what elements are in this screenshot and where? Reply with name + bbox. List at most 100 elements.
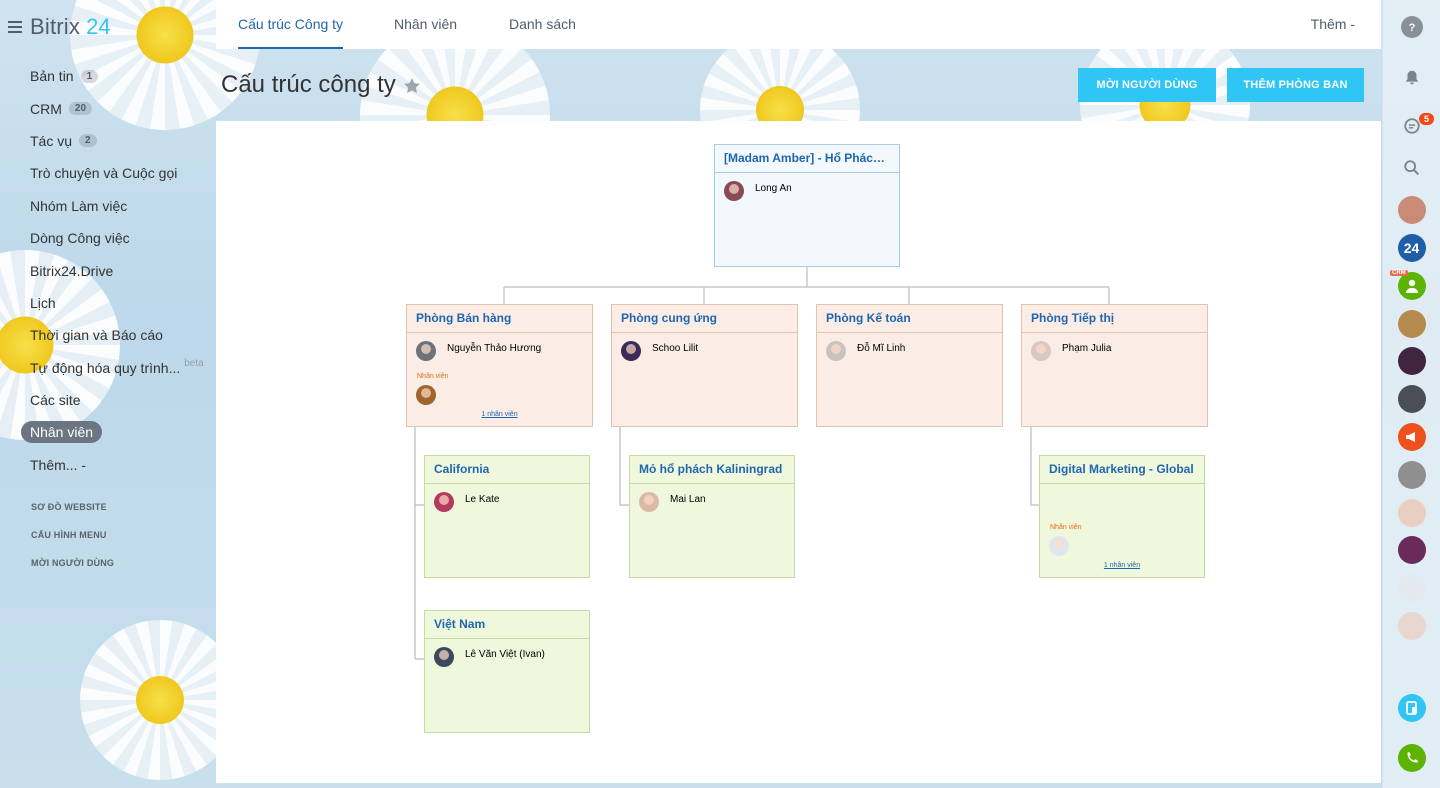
tab-more[interactable]: Thêm - <box>1311 0 1355 49</box>
department-title[interactable]: Mỏ hổ phách Kaliningrad <box>630 456 794 484</box>
right-rail: ? 5 24 CRM <box>1382 0 1440 788</box>
department-card-vietnam[interactable]: Việt Nam Lê Văn Việt (Ivan) <box>424 610 590 733</box>
employee-avatar[interactable] <box>416 385 436 405</box>
avatar <box>826 341 846 361</box>
logo-text: Bitrix <box>30 14 81 39</box>
employee-avatar[interactable] <box>1049 536 1069 556</box>
sidebar-item-label: Bản tin <box>30 68 74 85</box>
department-head[interactable]: Lê Văn Việt (Ivan) <box>434 647 545 667</box>
org-chart-area: [Madam Amber] - Hổ Phách ... Long An Phò… <box>216 121 1381 783</box>
department-card-sales[interactable]: Phòng Bán hàng Nguyễn Thảo Hương Nhân vi… <box>406 304 593 427</box>
avatar <box>724 181 744 201</box>
page-title: Cấu trúc công ty <box>221 71 396 98</box>
department-title[interactable]: [Madam Amber] - Hổ Phách ... <box>715 145 899 173</box>
sidebar-item-tasks[interactable]: Tác vụ 2 <box>22 125 212 157</box>
department-card-marketing[interactable]: Phòng Tiếp thị Phạm Julia <box>1021 304 1208 427</box>
tab-company-structure[interactable]: Cấu trúc Công ty <box>238 0 344 49</box>
counter-badge: 20 <box>68 102 93 116</box>
counter-badge: 1 <box>80 69 99 83</box>
employees-label: Nhân viên <box>417 373 449 380</box>
department-card-kaliningrad[interactable]: Mỏ hổ phách Kaliningrad Mai Lan <box>629 455 795 578</box>
contact-avatar[interactable] <box>1397 385 1426 413</box>
sidebar-item-workflows[interactable]: Dòng Công việc <box>22 222 212 254</box>
bitrix24-network-icon[interactable]: 24 <box>1397 234 1426 262</box>
employee-count-link[interactable]: 1 nhân viên <box>1040 562 1204 569</box>
avatar <box>621 341 641 361</box>
department-title[interactable]: Phòng Tiếp thị <box>1022 305 1207 333</box>
sidebar-item-label: Tác vụ <box>30 132 73 149</box>
crm-contact-icon[interactable] <box>1397 272 1426 300</box>
avatar <box>434 647 454 667</box>
department-head[interactable]: Long An <box>724 181 792 201</box>
department-title[interactable]: Phòng cung ứng <box>612 305 797 333</box>
head-name: Le Kate <box>465 494 500 505</box>
sidebar-item-more[interactable]: Thêm... - <box>22 449 212 481</box>
department-title[interactable]: Digital Marketing - Global <box>1040 456 1204 484</box>
sidebar-item-time-reports[interactable]: Thời gian và Báo cáo <box>22 319 212 351</box>
head-name: Lê Văn Việt (Ivan) <box>465 649 545 660</box>
department-title[interactable]: California <box>425 456 589 484</box>
crm-tag: CRM <box>1390 270 1408 276</box>
department-head[interactable]: Le Kate <box>434 492 499 512</box>
sidebar-item-automation[interactable]: Tự động hóa quy trình... beta <box>22 352 212 384</box>
head-name: Đỗ Mĩ Linh <box>857 343 906 354</box>
user-avatar[interactable] <box>1397 196 1426 224</box>
question-circle-icon[interactable]: ? <box>1400 16 1423 38</box>
avatar <box>1031 341 1051 361</box>
add-department-button[interactable]: THÊM PHÒNG BAN <box>1227 68 1364 102</box>
b24-label: 24 <box>1403 240 1420 256</box>
sidebar-links: SƠ ĐỒ WEBSITE CẤU HÌNH MENU MỜI NGƯỜI DÙ… <box>31 500 114 584</box>
sidebar-item-news[interactable]: Bản tin 1 <box>22 60 212 92</box>
contact-avatar[interactable] <box>1397 536 1426 564</box>
department-head[interactable]: Đỗ Mĩ Linh <box>826 341 905 361</box>
magnifier-icon[interactable] <box>1401 157 1423 179</box>
department-card-accounting[interactable]: Phòng Kế toán Đỗ Mĩ Linh <box>816 304 1003 427</box>
department-card-california[interactable]: California Le Kate <box>424 455 590 578</box>
tab-list[interactable]: Danh sách <box>509 0 576 49</box>
document-icon[interactable] <box>1397 694 1426 722</box>
invite-users-link[interactable]: MỜI NGƯỜI DÙNG <box>31 556 114 584</box>
bell-icon[interactable] <box>1401 67 1423 89</box>
department-head[interactable]: Schoo Lilit <box>621 341 698 361</box>
department-head[interactable]: Nguyễn Thảo Hương <box>416 341 541 361</box>
configure-menu-link[interactable]: CẤU HÌNH MENU <box>31 528 114 556</box>
hamburger-menu-icon[interactable] <box>8 21 22 33</box>
avatar <box>434 492 454 512</box>
department-head[interactable]: Mai Lan <box>639 492 706 512</box>
sidebar-item-chat[interactable]: Trò chuyện và Cuộc gọi <box>22 157 212 189</box>
beta-tag: beta <box>184 358 204 370</box>
star-icon[interactable] <box>402 76 422 96</box>
department-card-root[interactable]: [Madam Amber] - Hổ Phách ... Long An <box>714 144 900 267</box>
contact-avatar[interactable] <box>1397 310 1426 338</box>
sidebar-item-drive[interactable]: Bitrix24.Drive <box>22 254 212 286</box>
sidebar-item-label: Nhân viên <box>21 421 103 444</box>
department-title[interactable]: Phòng Bán hàng <box>407 305 592 333</box>
megaphone-icon[interactable] <box>1397 423 1426 451</box>
department-card-supply[interactable]: Phòng cung ứng Schoo Lilit <box>611 304 798 427</box>
contact-avatar[interactable] <box>1397 612 1426 640</box>
sidebar-item-crm[interactable]: CRM 20 <box>22 92 212 124</box>
sidebar-item-workgroups[interactable]: Nhóm Làm việc <box>22 190 212 222</box>
head-name: Nguyễn Thảo Hương <box>447 343 542 354</box>
sidebar-item-calendar[interactable]: Lịch <box>22 287 212 319</box>
employee-count-link[interactable]: 1 nhân viên <box>407 411 592 418</box>
sidebar-item-employees[interactable]: Nhân viên <box>21 416 212 448</box>
contact-avatar[interactable] <box>1397 461 1426 489</box>
department-title[interactable]: Phòng Kế toán <box>817 305 1002 333</box>
avatar <box>639 492 659 512</box>
phone-icon[interactable] <box>1397 744 1426 772</box>
sitemap-link[interactable]: SƠ ĐỒ WEBSITE <box>31 500 114 528</box>
department-card-digital-marketing[interactable]: Digital Marketing - Global Nhân viên 1 n… <box>1039 455 1205 578</box>
contact-avatar[interactable] <box>1397 574 1426 602</box>
sidebar-item-label: Trò chuyện và Cuộc gọi <box>30 165 178 182</box>
department-title[interactable]: Việt Nam <box>425 611 589 639</box>
sidebar-item-sites[interactable]: Các site <box>22 384 212 416</box>
invite-user-button[interactable]: MỜI NGƯỜI DÙNG <box>1078 68 1216 102</box>
employees-label: Nhân viên <box>1050 524 1082 531</box>
department-head[interactable]: Phạm Julia <box>1031 341 1111 361</box>
head-name: Schoo Lilit <box>652 343 699 354</box>
contact-avatar[interactable] <box>1397 499 1426 527</box>
tab-employees[interactable]: Nhân viên <box>394 0 457 49</box>
sidebar-item-label: Thời gian và Báo cáo <box>30 327 163 344</box>
contact-avatar[interactable] <box>1397 347 1426 375</box>
